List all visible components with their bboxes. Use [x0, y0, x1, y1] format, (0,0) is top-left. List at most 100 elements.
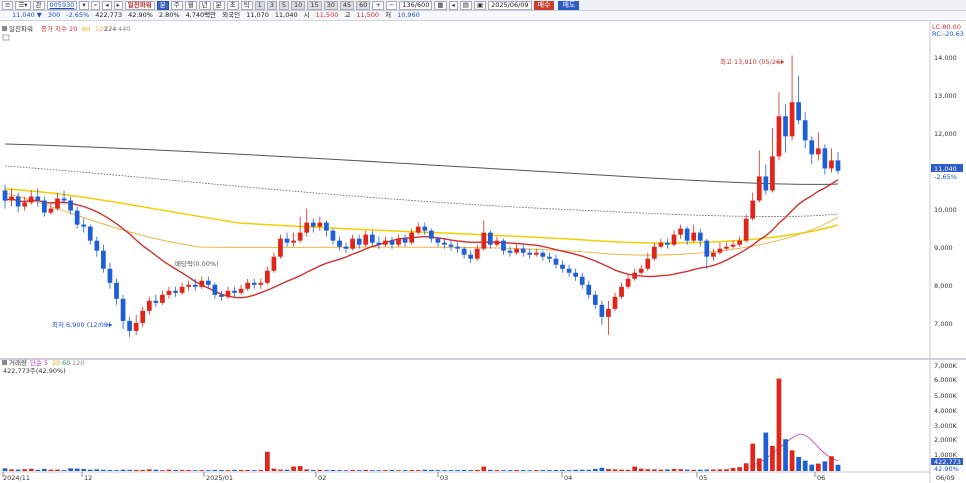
- candle-body: [278, 238, 283, 257]
- minute-15[interactable]: 15: [307, 0, 322, 10]
- minute-10[interactable]: 10: [291, 0, 306, 10]
- candle-body: [409, 232, 415, 243]
- next-stock-button[interactable]: ▸: [113, 0, 123, 10]
- minute-60[interactable]: 60: [356, 0, 371, 10]
- candle-body: [304, 222, 310, 233]
- candle-body: [146, 300, 152, 311]
- candle-body: [22, 202, 28, 207]
- zoom-out-button[interactable]: −: [385, 0, 398, 10]
- candle-body: [658, 242, 664, 247]
- date-input[interactable]: 2025/06/09: [488, 0, 532, 10]
- candle-body: [35, 196, 41, 201]
- volume-bar: [547, 470, 552, 471]
- settings-menu-button[interactable]: ☰▾: [15, 0, 31, 10]
- tab-month[interactable]: 월: [184, 0, 197, 10]
- tab-year[interactable]: 년: [198, 0, 211, 10]
- volume-bar: [205, 470, 211, 471]
- volume-bar: [15, 469, 21, 471]
- volume-legend-value: 422,773주(42.90%): [3, 367, 66, 375]
- table-icon[interactable]: ▤: [459, 0, 472, 10]
- volume-bar: [671, 468, 677, 471]
- minute-30[interactable]: 30: [323, 0, 338, 10]
- stock-name-field[interactable]: 일진파워: [124, 0, 155, 10]
- candle-body: [704, 240, 710, 257]
- candle-body: [192, 284, 198, 287]
- minute-5[interactable]: 5: [278, 0, 290, 10]
- candle-body: [369, 234, 375, 243]
- calendar-icon[interactable]: ▣: [473, 0, 487, 10]
- stock-type-button[interactable]: 관: [32, 0, 45, 10]
- candle-body: [160, 294, 165, 303]
- candle-body: [468, 254, 474, 259]
- date-tick: 06: [817, 474, 825, 482]
- candle-body: [245, 282, 251, 289]
- candle-body: [337, 240, 342, 247]
- candle-body: [540, 252, 546, 257]
- volume-bar: [337, 470, 342, 471]
- candle-body: [376, 242, 382, 245]
- candle-body: [225, 290, 231, 297]
- tab-min[interactable]: 분: [212, 0, 225, 10]
- volume-bar: [232, 469, 237, 471]
- price-tick: 12,000: [934, 130, 957, 138]
- volume-bar: [625, 469, 631, 471]
- candle-body: [396, 238, 401, 245]
- legend-box-icon: [2, 26, 7, 31]
- buy-button[interactable]: 매수: [533, 0, 555, 10]
- candle-body: [606, 308, 611, 317]
- volume-bar: [717, 469, 723, 471]
- candle-body: [448, 244, 454, 247]
- candle-body: [776, 116, 782, 157]
- stock-code-input[interactable]: 005930: [46, 0, 78, 10]
- candle-body: [632, 272, 638, 279]
- volume-bar: [461, 469, 467, 471]
- price-tick: 7,000: [934, 320, 953, 328]
- tab-tick[interactable]: 틱: [240, 0, 253, 10]
- volume-bar: [61, 470, 67, 471]
- minute-1[interactable]: 1: [254, 0, 265, 10]
- volume-bar: [2, 468, 8, 471]
- candle-body: [737, 240, 742, 245]
- volume-bar: [750, 443, 756, 471]
- candle-body: [474, 248, 480, 259]
- tab-sec[interactable]: 초: [226, 0, 239, 10]
- sell-button[interactable]: 매도: [558, 0, 580, 10]
- volume-bar: [455, 470, 460, 471]
- candle-body: [802, 120, 808, 141]
- tab-week[interactable]: 주: [170, 0, 183, 10]
- candle-body: [586, 284, 592, 295]
- candle-body: [789, 102, 795, 137]
- candle-body: [651, 246, 657, 259]
- stock-chart[interactable]: 일진파워 종가 지수 20 60 120 224 440 LC:80.00 RC…: [0, 21, 966, 483]
- prev-date-icon[interactable]: ◂: [448, 0, 458, 10]
- chart-menu-button[interactable]: ≡: [2, 0, 14, 10]
- volume-bar: [9, 469, 14, 471]
- prev-stock-button[interactable]: ◂: [102, 0, 112, 10]
- price-tick: 10,000: [934, 206, 957, 214]
- minute-45[interactable]: 45: [339, 0, 355, 10]
- volume-bar: [540, 470, 546, 471]
- dropdown-icon[interactable]: ▾: [79, 0, 89, 10]
- tab-minute[interactable]: 분: [156, 0, 169, 10]
- search-icon[interactable]: ⌕: [90, 0, 101, 10]
- volume-bar: [507, 470, 513, 471]
- volume-bar: [258, 469, 264, 471]
- volume-value: 422,773: [95, 11, 123, 20]
- price-legend-ma-224: 224: [104, 25, 116, 33]
- date-tick: 12: [84, 474, 92, 482]
- grid-icon[interactable]: ▦: [434, 0, 447, 10]
- volume-bar: [192, 470, 198, 471]
- volume-bar: [612, 469, 618, 471]
- candle-body: [717, 248, 723, 253]
- candle-body: [691, 232, 697, 241]
- volume-bar: [756, 458, 762, 471]
- volume-bar: [363, 469, 369, 471]
- count-input[interactable]: 136/600: [399, 0, 433, 10]
- minute-3[interactable]: 3: [266, 0, 277, 10]
- high-annotation: 최고 13,910 (05/26): [720, 57, 783, 66]
- zoom-in-button[interactable]: +: [372, 0, 384, 10]
- volume-bar: [684, 469, 690, 471]
- volume-tick: 4,000K: [934, 407, 958, 415]
- trade-amount: 4,740백만: [185, 11, 217, 20]
- candle-body: [389, 240, 395, 245]
